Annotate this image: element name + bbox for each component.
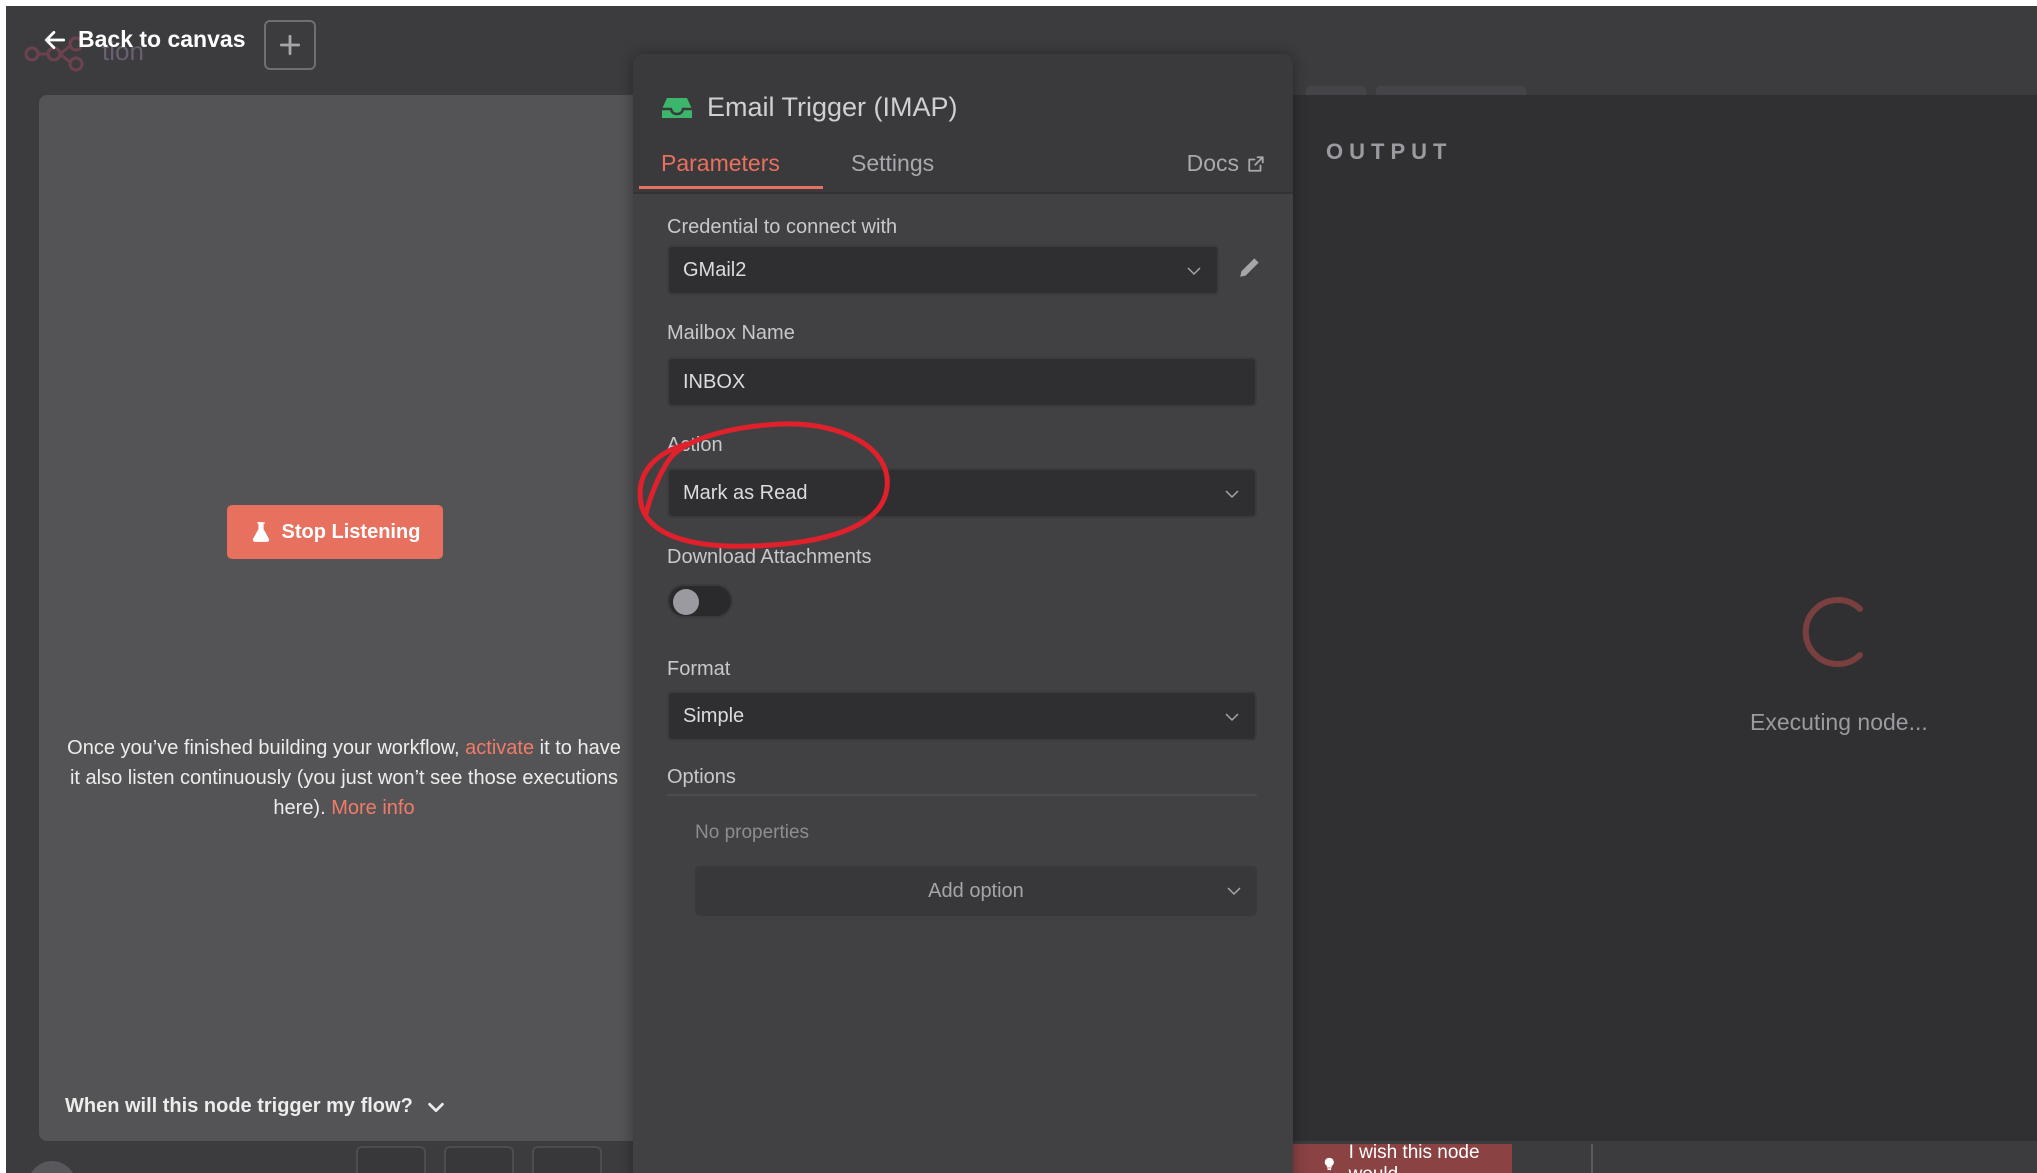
chevron-down-icon xyxy=(1187,267,1201,276)
zoom-to-fit-button[interactable] xyxy=(356,1146,426,1173)
mailbox-label: Mailbox Name xyxy=(667,322,795,344)
download-attachments-toggle[interactable] xyxy=(667,584,733,618)
node-header: Email Trigger (IMAP) Parameters Settings… xyxy=(633,54,1293,194)
loading-spinner-icon xyxy=(1802,597,1863,667)
chevron-down-icon xyxy=(428,1102,444,1112)
node-title: Email Trigger (IMAP) xyxy=(661,92,958,123)
options-label: Options xyxy=(667,766,736,788)
format-label: Format xyxy=(667,658,731,680)
add-node-button[interactable] xyxy=(264,20,316,70)
external-link-icon xyxy=(1248,155,1264,172)
lightbulb-icon xyxy=(1324,1157,1334,1171)
format-value: Simple xyxy=(683,704,745,727)
divider xyxy=(667,794,1257,796)
more-info-link[interactable]: More info xyxy=(331,797,414,819)
credential-select[interactable]: GMail2 xyxy=(667,245,1219,295)
trigger-question-toggle[interactable]: When will this node trigger my flow? xyxy=(65,1095,447,1118)
activate-link[interactable]: activate xyxy=(465,737,534,759)
active-tab-indicator xyxy=(639,186,823,189)
mailbox-value: INBOX xyxy=(683,370,746,393)
arrow-left-icon xyxy=(44,30,66,49)
node-title-text: Email Trigger (IMAP) xyxy=(707,92,958,122)
listening-info-text: Once you’ve finished building your workf… xyxy=(64,733,624,823)
action-value: Mark as Read xyxy=(683,481,808,504)
user-avatar[interactable] xyxy=(28,1161,76,1173)
stop-listening-button[interactable]: Stop Listening xyxy=(227,505,443,559)
back-to-canvas-link[interactable]: Back to canvas xyxy=(42,26,245,53)
chevron-down-icon xyxy=(1225,490,1239,499)
add-option-label: Add option xyxy=(928,879,1024,902)
input-panel: Stop Listening Once you’ve finished buil… xyxy=(39,95,649,1141)
action-label: Action xyxy=(667,434,723,456)
toggle-knob xyxy=(673,589,699,615)
stop-listening-label: Stop Listening xyxy=(281,520,421,543)
zoom-out-button[interactable] xyxy=(532,1146,602,1173)
plus-icon xyxy=(279,34,301,56)
back-to-canvas-label: Back to canvas xyxy=(78,26,246,52)
format-select[interactable]: Simple xyxy=(667,691,1257,741)
info-prefix: Once you’ve finished building your workf… xyxy=(67,737,466,759)
add-option-select[interactable]: Add option xyxy=(695,866,1257,916)
screenshot-stage: tion Back to canvas Stop Listening Once … xyxy=(0,0,2037,1173)
download-attachments-label: Download Attachments xyxy=(667,546,872,568)
action-select[interactable]: Mark as Read xyxy=(667,468,1257,518)
tab-settings[interactable]: Settings xyxy=(851,150,934,177)
divider xyxy=(1591,1144,1593,1173)
chevron-down-icon xyxy=(1227,887,1241,896)
mailbox-input[interactable]: INBOX xyxy=(667,357,1257,407)
node-settings-panel: Email Trigger (IMAP) Parameters Settings… xyxy=(633,54,1293,1173)
docs-link[interactable]: Docs xyxy=(1187,150,1265,177)
output-heading: OUTPUT xyxy=(1326,139,1453,164)
chevron-down-icon xyxy=(1225,713,1239,722)
edit-credential-pencil-icon[interactable] xyxy=(1237,254,1263,280)
no-properties-text: No properties xyxy=(695,822,810,843)
tab-parameters[interactable]: Parameters xyxy=(661,150,780,177)
feedback-label: I wish this node would... xyxy=(1348,1142,1480,1173)
credential-value: GMail2 xyxy=(683,258,747,281)
email-inbox-icon xyxy=(662,97,692,118)
output-panel: OUTPUT Executing node... xyxy=(1290,95,2037,1141)
credential-label: Credential to connect with xyxy=(667,216,898,238)
feedback-bar[interactable]: I wish this node would... xyxy=(1292,1142,1512,1173)
workflow-editor: tion Back to canvas Stop Listening Once … xyxy=(6,6,2037,1173)
docs-label: Docs xyxy=(1186,150,1239,176)
zoom-in-button[interactable] xyxy=(444,1146,514,1173)
trigger-question-label: When will this node trigger my flow? xyxy=(65,1095,413,1117)
flask-icon xyxy=(252,522,269,542)
executing-status: Executing node... xyxy=(1750,709,1928,735)
